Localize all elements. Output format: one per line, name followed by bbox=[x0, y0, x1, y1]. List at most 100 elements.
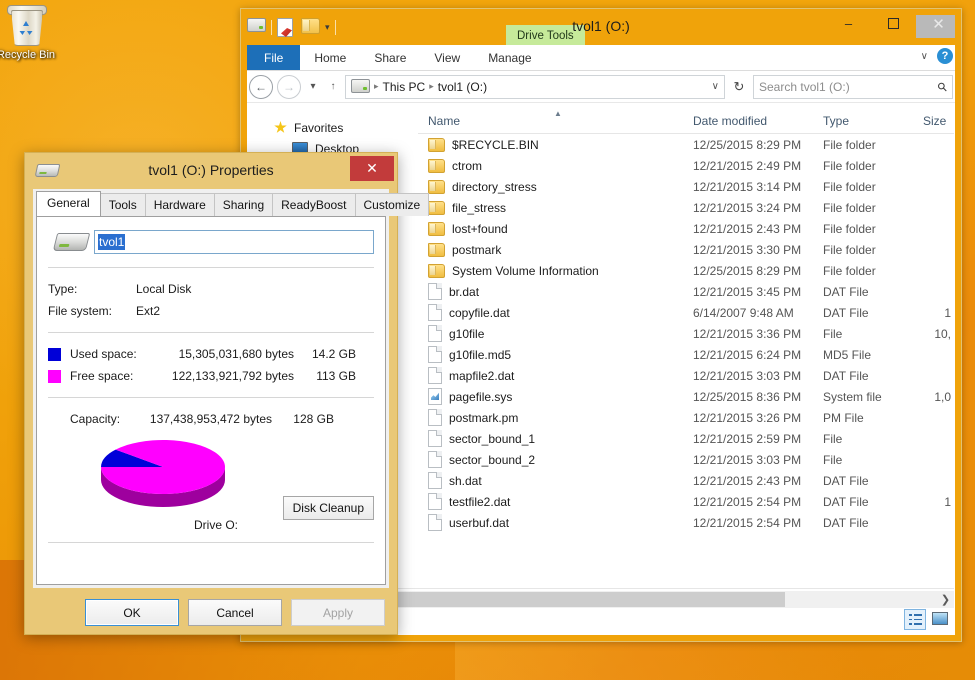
breadcrumb-tvol1[interactable]: tvol1 (O:) bbox=[438, 80, 487, 94]
thumbnail-view-icon bbox=[932, 612, 948, 625]
file-icon bbox=[428, 472, 442, 489]
scroll-right-button[interactable]: ❯ bbox=[937, 593, 954, 606]
divider-1 bbox=[48, 267, 374, 268]
file-icon bbox=[428, 514, 442, 531]
table-row[interactable]: testfile2.dat12/21/2015 2:54 PMDAT File1 bbox=[418, 491, 954, 512]
ribbon-tab-view[interactable]: View bbox=[420, 45, 474, 70]
scrollbar-track-right[interactable] bbox=[785, 592, 937, 607]
file-size: 10, bbox=[913, 327, 953, 341]
used-space-row: Used space: 15,305,031,680 bytes 14.2 GB bbox=[48, 343, 374, 365]
details-view-button[interactable] bbox=[904, 609, 926, 630]
search-icon[interactable]: ⚲ bbox=[935, 78, 951, 94]
table-row[interactable]: g10file.md512/21/2015 6:24 PMMD5 File bbox=[418, 344, 954, 365]
table-row[interactable]: br.dat12/21/2015 3:45 PMDAT File bbox=[418, 281, 954, 302]
file-date-modified: 12/21/2015 3:26 PM bbox=[683, 411, 813, 425]
disk-cleanup-button[interactable]: Disk Cleanup bbox=[283, 496, 374, 520]
explorer-title-bar[interactable]: ▾ Drive Tools tvol1 (O:) – ✕ bbox=[241, 9, 961, 45]
column-header-date-modified[interactable]: Date modified bbox=[683, 114, 813, 128]
recent-locations-caret-icon[interactable]: ▾ bbox=[305, 81, 321, 92]
ribbon-tab-strip[interactable]: File Home Share View Manage ∨ ? bbox=[241, 45, 961, 71]
file-name: postmark bbox=[452, 243, 501, 257]
column-header-type[interactable]: Type bbox=[813, 114, 913, 128]
star-icon bbox=[274, 121, 287, 134]
tab-general[interactable]: General bbox=[36, 191, 101, 216]
file-size: 1,0 bbox=[913, 390, 953, 404]
ribbon-tab-share[interactable]: Share bbox=[360, 45, 420, 70]
ribbon-tab-file[interactable]: File bbox=[247, 45, 300, 70]
volume-name-value: tvol1 bbox=[98, 234, 125, 250]
tab-readyboost[interactable]: ReadyBoost bbox=[272, 193, 355, 216]
ribbon-collapse-icon[interactable]: ∨ bbox=[921, 51, 928, 62]
dialog-button-row[interactable]: OK Cancel Apply bbox=[25, 599, 397, 626]
file-list-pane[interactable]: Name Date modified Type Size ▲ $RECYCLE.… bbox=[418, 108, 954, 596]
address-bar[interactable]: ▸ This PC ▸ tvol1 (O:) ∨ bbox=[345, 75, 725, 99]
ribbon-tab-manage[interactable]: Manage bbox=[474, 45, 545, 70]
maximize-button[interactable] bbox=[871, 9, 916, 38]
tab-tools[interactable]: Tools bbox=[100, 193, 146, 216]
tab-customize[interactable]: Customize bbox=[355, 193, 430, 216]
breadcrumb-this-pc[interactable]: This PC bbox=[383, 80, 426, 94]
tab-sharing[interactable]: Sharing bbox=[214, 193, 273, 216]
column-header-row[interactable]: Name Date modified Type Size ▲ bbox=[418, 108, 954, 134]
close-button[interactable]: ✕ bbox=[916, 9, 961, 38]
table-row[interactable]: System Volume Information12/25/2015 8:29… bbox=[418, 260, 954, 281]
address-dropdown-icon[interactable]: ∨ bbox=[712, 81, 719, 92]
table-row[interactable]: $RECYCLE.BIN12/25/2015 8:29 PMFile folde… bbox=[418, 134, 954, 155]
table-row[interactable]: sector_bound_112/21/2015 2:59 PMFile bbox=[418, 428, 954, 449]
table-row[interactable]: ctrom12/21/2015 2:49 PMFile folder bbox=[418, 155, 954, 176]
table-row[interactable]: postmark.pm12/21/2015 3:26 PMPM File bbox=[418, 407, 954, 428]
file-type: DAT File bbox=[813, 306, 913, 320]
up-button[interactable]: ↑ bbox=[325, 81, 341, 92]
file-name: sector_bound_2 bbox=[449, 453, 535, 467]
drive-properties-dialog[interactable]: tvol1 (O:) Properties ✕ General Tools Ha… bbox=[24, 152, 398, 635]
file-date-modified: 12/25/2015 8:36 PM bbox=[683, 390, 813, 404]
search-box[interactable]: Search tvol1 (O:) ⚲ bbox=[753, 75, 953, 99]
properties-title-bar[interactable]: tvol1 (O:) Properties ✕ bbox=[25, 153, 397, 189]
table-row[interactable]: sh.dat12/21/2015 2:43 PMDAT File bbox=[418, 470, 954, 491]
forward-button[interactable]: → bbox=[277, 75, 301, 99]
file-list[interactable]: $RECYCLE.BIN12/25/2015 8:29 PMFile folde… bbox=[418, 134, 954, 533]
nav-item-favorites[interactable]: Favorites bbox=[248, 117, 418, 138]
apply-button[interactable]: Apply bbox=[291, 599, 385, 626]
tab-hardware[interactable]: Hardware bbox=[145, 193, 215, 216]
thumbnail-view-button[interactable] bbox=[930, 609, 950, 628]
used-space-bytes: 15,305,031,680 bytes bbox=[158, 347, 294, 361]
file-date-modified: 12/21/2015 2:43 PM bbox=[683, 474, 813, 488]
table-row[interactable]: mapfile2.dat12/21/2015 3:03 PMDAT File bbox=[418, 365, 954, 386]
table-row[interactable]: pagefile.sys12/25/2015 8:36 PMSystem fil… bbox=[418, 386, 954, 407]
address-bar-row[interactable]: ← → ▾ ↑ ▸ This PC ▸ tvol1 (O:) ∨ ↻ Searc… bbox=[241, 71, 961, 103]
table-row[interactable]: copyfile.dat6/14/2007 9:48 AMDAT File1 bbox=[418, 302, 954, 323]
table-row[interactable]: g10file12/21/2015 3:36 PMFile10, bbox=[418, 323, 954, 344]
capacity-label: Capacity: bbox=[70, 412, 136, 426]
column-header-name[interactable]: Name bbox=[418, 114, 683, 128]
file-name: br.dat bbox=[449, 285, 479, 299]
table-row[interactable]: lost+found12/21/2015 2:43 PMFile folder bbox=[418, 218, 954, 239]
table-row[interactable]: sector_bound_212/21/2015 3:03 PMFile bbox=[418, 449, 954, 470]
file-date-modified: 12/21/2015 3:30 PM bbox=[683, 243, 813, 257]
ribbon-tab-home[interactable]: Home bbox=[300, 45, 360, 70]
volume-name-input[interactable]: tvol1 bbox=[94, 230, 374, 254]
file-type: File bbox=[813, 327, 913, 341]
properties-tab-strip[interactable]: General Tools Hardware Sharing ReadyBoos… bbox=[33, 189, 389, 216]
table-row[interactable]: directory_stress12/21/2015 3:14 PMFile f… bbox=[418, 176, 954, 197]
file-icon bbox=[428, 304, 442, 321]
table-row[interactable]: postmark12/21/2015 3:30 PMFile folder bbox=[418, 239, 954, 260]
column-header-size[interactable]: Size bbox=[913, 114, 953, 128]
window-controls[interactable]: – ✕ bbox=[826, 9, 961, 38]
table-row[interactable]: file_stress12/21/2015 3:24 PMFile folder bbox=[418, 197, 954, 218]
file-date-modified: 12/21/2015 3:24 PM bbox=[683, 201, 813, 215]
back-button[interactable]: ← bbox=[249, 75, 273, 99]
properties-close-button[interactable]: ✕ bbox=[350, 156, 394, 181]
refresh-button[interactable]: ↻ bbox=[729, 79, 749, 95]
cancel-button[interactable]: Cancel bbox=[188, 599, 282, 626]
desktop-icon-recycle-bin[interactable]: Recycle Bin bbox=[0, 4, 66, 61]
table-row[interactable]: userbuf.dat12/21/2015 2:54 PMDAT File bbox=[418, 512, 954, 533]
help-icon[interactable]: ? bbox=[937, 48, 953, 64]
ok-button[interactable]: OK bbox=[85, 599, 179, 626]
minimize-button[interactable]: – bbox=[826, 9, 871, 38]
view-toggle-buttons[interactable] bbox=[904, 609, 950, 630]
field-file-system: File system: Ext2 bbox=[48, 300, 374, 322]
field-file-system-value: Ext2 bbox=[136, 304, 160, 318]
file-type: MD5 File bbox=[813, 348, 913, 362]
file-date-modified: 12/21/2015 2:43 PM bbox=[683, 222, 813, 236]
